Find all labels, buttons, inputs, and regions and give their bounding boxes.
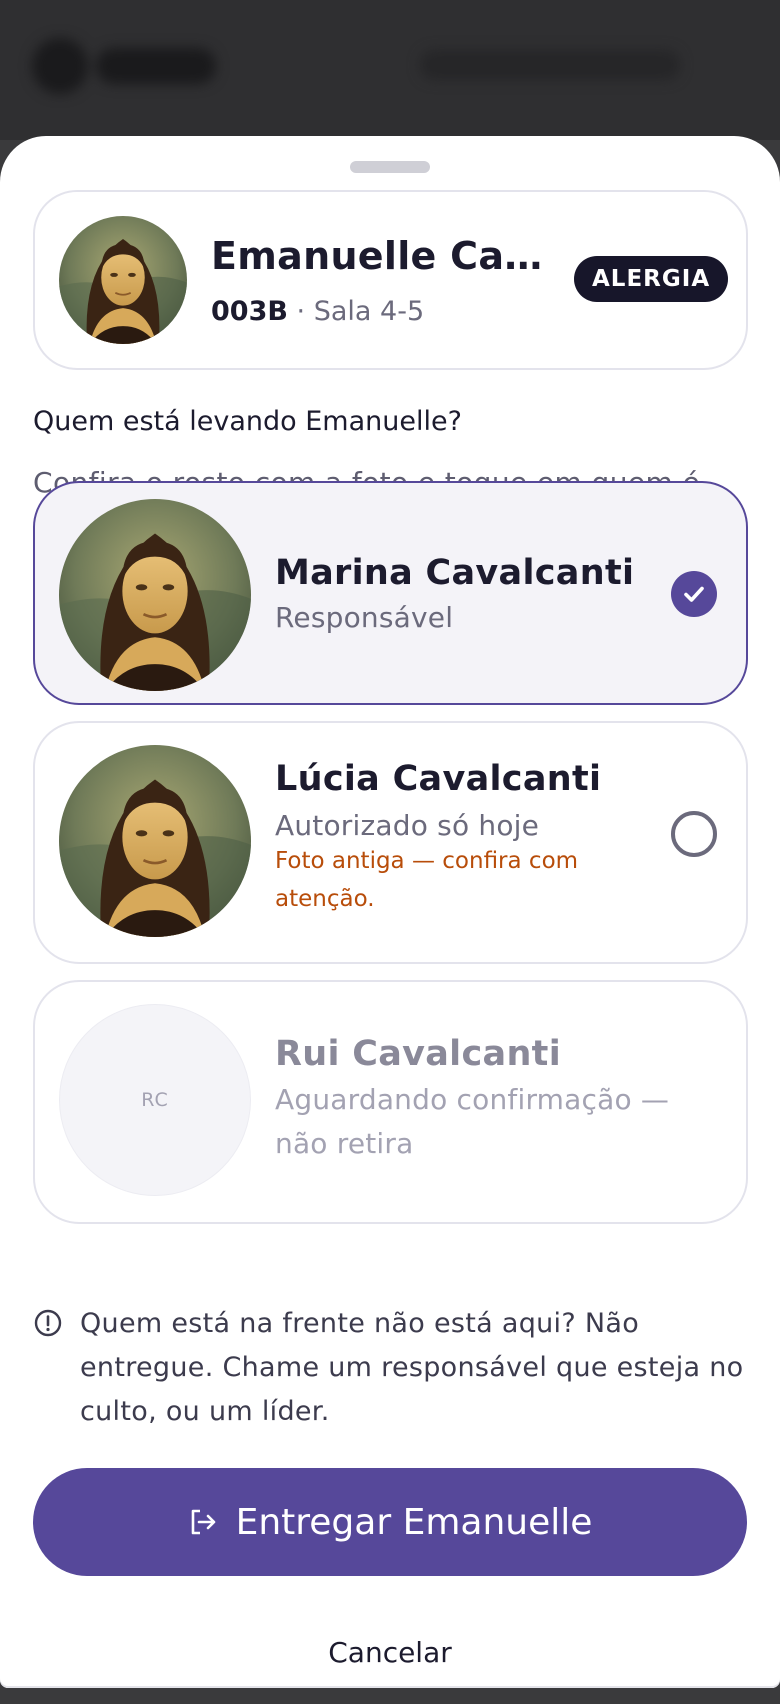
child-code: 003B [211,296,288,327]
pickup-question: Quem está levando Emanuelle? [33,406,462,437]
guardian-name: Lúcia Cavalcanti [275,759,602,799]
guardian-photo [59,745,251,937]
guardian-name: Marina Cavalcanti [275,553,635,593]
photo-warning: Foto antiga — confira com atenção. [275,848,579,912]
selected-check-icon [671,571,717,617]
guardian-role: Autorizado só hoje [275,809,540,842]
child-room: · Sala 4-5 [296,296,425,327]
guardian-role: Responsável [275,601,454,634]
allergy-badge: ALERGIA [574,256,729,302]
guardian-option-marina[interactable]: Marina Cavalcanti Responsável [33,481,748,705]
deliver-button[interactable]: Entregar Emanuelle [33,1468,747,1576]
child-details: 003B · Sala 4-5 [211,296,424,327]
guardian-option-lucia[interactable]: Lúcia Cavalcanti Autorizado só hoje Foto… [33,721,748,964]
missing-guardian-notice: Quem está na frente não está aqui? Não e… [80,1308,744,1427]
guardian-photo [59,499,251,691]
child-card: Emanuelle Cav... 003B · Sala 4-5 ALERGIA [33,190,748,370]
background-logo [32,38,222,94]
pickup-bottom-sheet: Emanuelle Cav... 003B · Sala 4-5 ALERGIA… [0,136,780,1688]
deliver-button-label: Entregar Emanuelle [235,1501,593,1543]
child-name: Emanuelle Cav... [211,234,551,278]
child-avatar [59,216,187,344]
guardian-initials-avatar: RC [59,1004,251,1196]
drag-handle[interactable] [350,161,430,173]
guardian-option-rui: RC Rui Cavalcanti Aguardando confirmação… [33,980,748,1224]
cancel-button[interactable]: Cancelar [290,1622,490,1682]
background-app-header [0,0,780,140]
background-title [420,50,680,80]
guardian-status: Aguardando confirmação — não retira [275,1083,670,1160]
guardian-name: Rui Cavalcanti [275,1034,561,1074]
exit-door-icon [191,1509,215,1535]
unselected-radio[interactable] [671,811,717,857]
alert-circle-icon [34,1309,62,1337]
